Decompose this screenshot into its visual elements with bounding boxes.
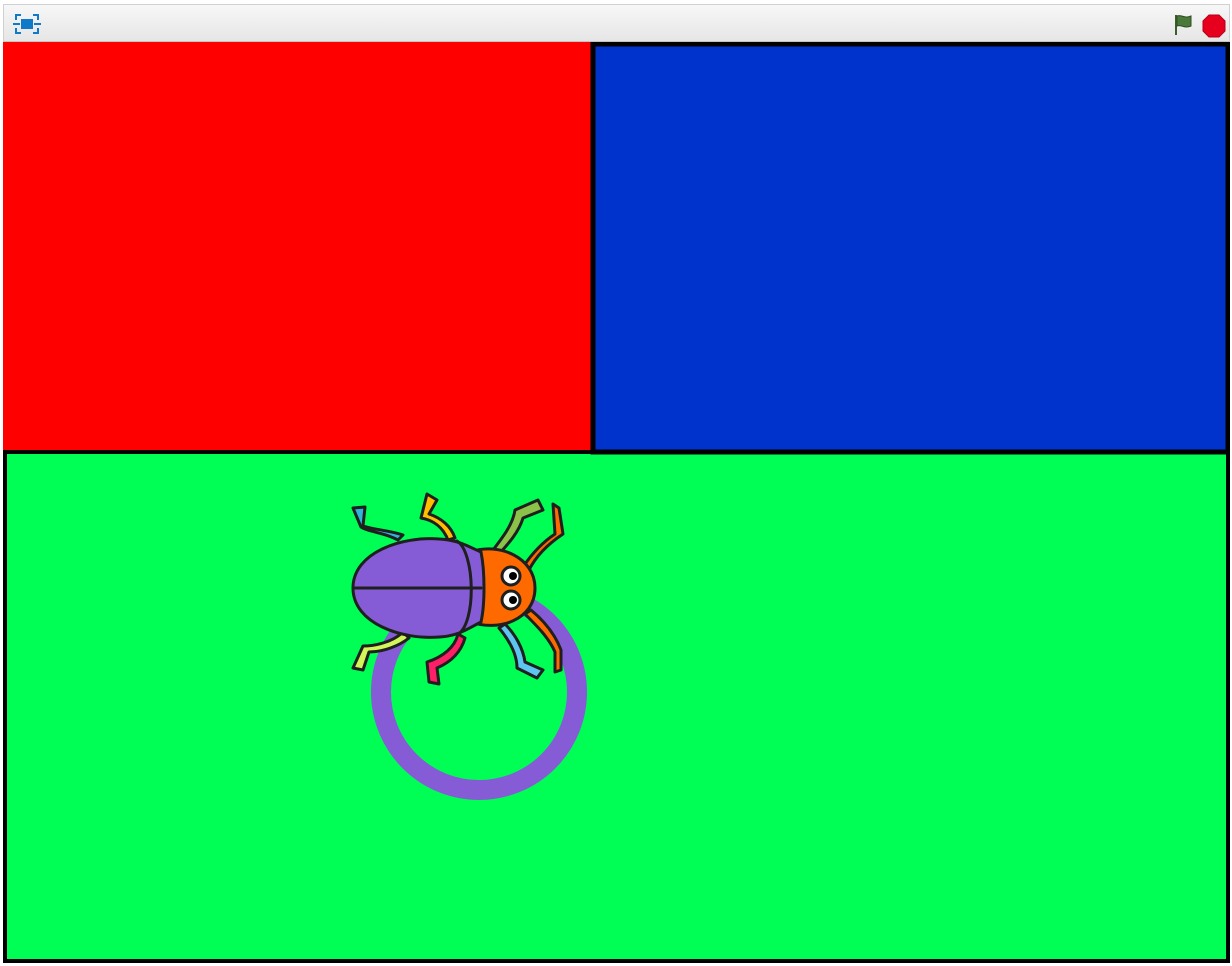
stop-button[interactable] — [1201, 13, 1227, 39]
stage-canvas[interactable] — [3, 42, 1230, 963]
red-region — [3, 42, 591, 452]
green-flag-button[interactable] — [1171, 13, 1195, 37]
beetle-pupil-top — [509, 572, 517, 580]
fullscreen-icon — [13, 14, 41, 34]
green-flag-icon — [1175, 15, 1192, 35]
stop-sign-icon — [1202, 14, 1226, 38]
blue-region — [593, 44, 1229, 452]
beetle-pupil-bottom — [509, 596, 517, 604]
fullscreen-button[interactable] — [13, 12, 41, 36]
player-toolbar — [3, 4, 1230, 42]
green-region — [5, 452, 1229, 961]
scratch-player-window — [0, 0, 1232, 966]
